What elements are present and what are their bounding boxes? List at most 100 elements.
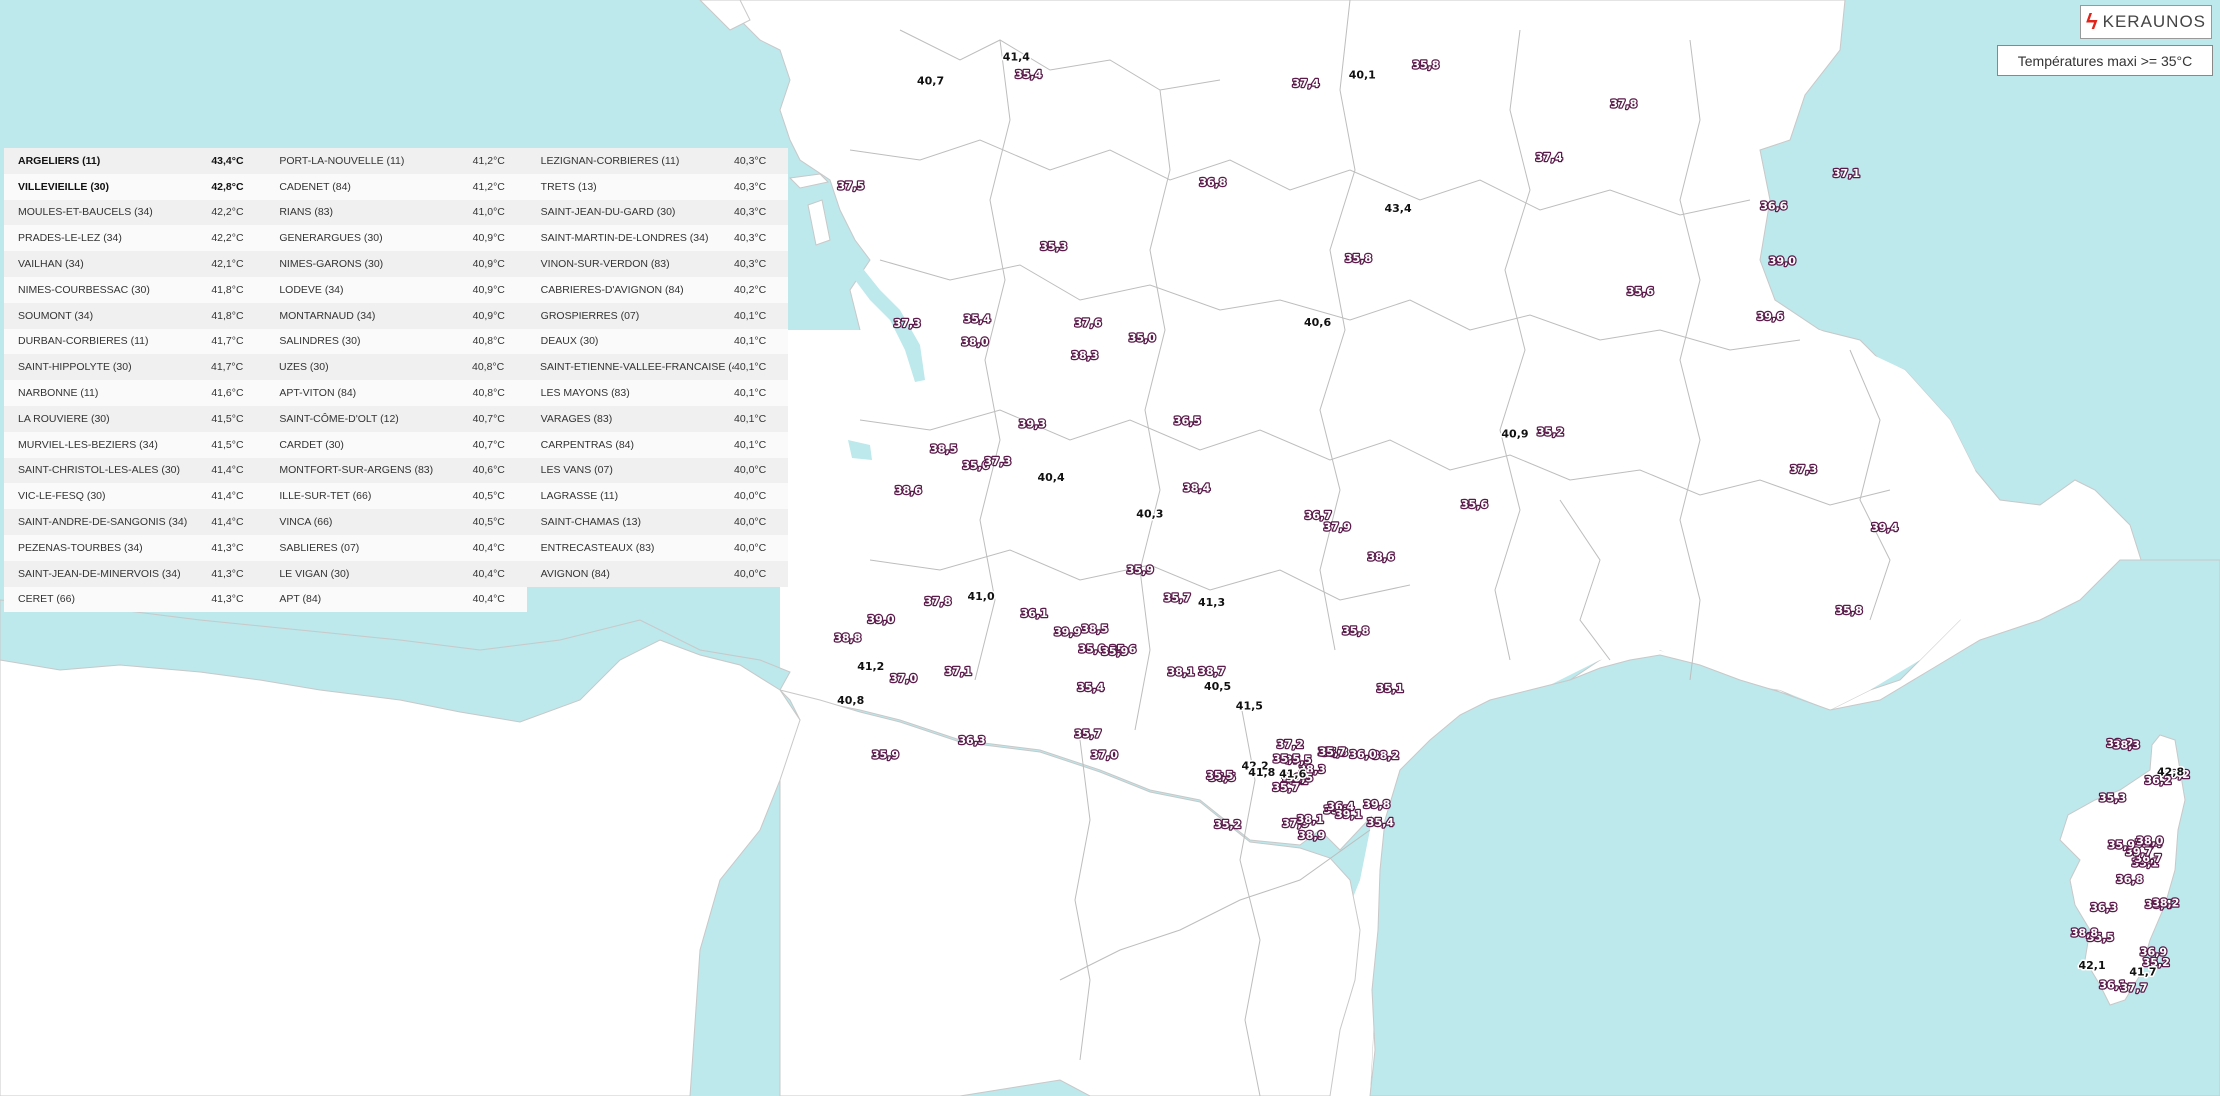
station-name: SOUMONT (34)	[18, 309, 94, 322]
ranking-entry: VIC-LE-FESQ (30) 41,4°C	[4, 483, 266, 510]
station-temperature: 41,3°C	[211, 567, 244, 580]
temperature-label: 35,9	[1127, 563, 1154, 576]
station-name: MONTARNAUD (34)	[279, 309, 376, 322]
station-temperature: 40,1°C	[733, 387, 767, 400]
ranking-entry: SAINT-ETIENNE-VALLEE-FRANCAISE (48) 40,1°…	[526, 354, 788, 381]
temperature-label: 37,7	[2120, 981, 2147, 994]
station-name: ENTRECASTEAUX (83)	[540, 541, 655, 554]
station-name: APT-VITON (84)	[279, 387, 357, 400]
station-name: GROSPIERRES (07)	[540, 309, 640, 322]
station-name: NIMES-COURBESSAC (30)	[18, 283, 150, 296]
temperature-label: 35,4	[964, 312, 991, 325]
temperature-label: 37,9	[1324, 521, 1351, 534]
ranking-entry: VILLEVIEILLE (30) 42,8°C	[4, 173, 266, 200]
ranking-entry: SABLIERES (07) 40,4°C	[265, 534, 527, 561]
ranking-entry: TRETS (13) 40,3°C	[526, 173, 788, 200]
ranking-entry: SALINDRES (30) 40,8°C	[265, 328, 527, 355]
ranking-entry: VAILHAN (34) 42,1°C	[4, 251, 266, 277]
temperature-label: 35,7	[1164, 592, 1191, 605]
temperature-label: 40,1	[1349, 69, 1376, 82]
station-temperature: 40,4°C	[472, 541, 505, 554]
station-temperature: 41,8°C	[211, 283, 244, 296]
station-temperature: 40,1°C	[734, 361, 767, 374]
station-temperature: 40,7°C	[472, 438, 505, 451]
station-name: DURBAN-CORBIERES (11)	[18, 335, 149, 348]
ranking-entry: CABRIERES-D'AVIGNON (84) 40,2°C	[526, 276, 788, 303]
station-name: LEZIGNAN-CORBIERES (11)	[540, 154, 680, 167]
temperature-label: 41,2	[857, 660, 884, 673]
station-name: LES VANS (07)	[540, 464, 613, 477]
ranking-row: SAINT-CHRISTOL-LES-ALES (30) 41,4°C MONTFO…	[4, 457, 788, 484]
station-temperature: 41,8°C	[211, 309, 244, 322]
station-temperature: 40,3°C	[733, 258, 767, 271]
temperature-label: 36,8	[2116, 873, 2143, 886]
ranking-entry: APT (84) 40,4°C	[265, 586, 527, 613]
ranking-entry: PEZENAS-TOURBES (34) 41,3°C	[4, 534, 266, 561]
temperature-label: 35,2	[1537, 425, 1564, 438]
ranking-entry: ENTRECASTEAUX (83) 40,0°C	[526, 534, 788, 561]
station-temperature: 40,9°C	[472, 283, 505, 296]
station-temperature: 40,5°C	[472, 490, 505, 503]
station-temperature: 42,2°C	[211, 232, 244, 245]
ranking-entry: RIANS (83) 41,0°C	[265, 199, 527, 226]
ranking-row: MURVIEL-LES-BEZIERS (34) 41,5°C CARDET (30…	[4, 431, 788, 458]
station-name: MOULES-ET-BAUCELS (34)	[18, 206, 153, 219]
temperature-label: 39,0	[867, 613, 894, 626]
ranking-row: VIC-LE-FESQ (30) 41,4°C ILLE-SUR-TET (66) 4…	[4, 483, 788, 510]
station-temperature: 40,9°C	[472, 309, 505, 322]
station-name: CERET (66)	[18, 593, 75, 606]
station-name: SABLIERES (07)	[279, 541, 360, 554]
temperature-label: 35,8	[1345, 252, 1372, 265]
station-name: VINCA (66)	[279, 516, 333, 529]
temperature-label: 35,5	[1206, 769, 1233, 782]
station-name: ARGELIERS (11)	[18, 154, 101, 167]
station-temperature: 40,8°C	[472, 335, 505, 348]
station-name: VINON-SUR-VERDON (83)	[540, 258, 670, 271]
temperature-label: 38,6	[895, 484, 922, 497]
station-name: UZES (30)	[279, 361, 329, 374]
keraunos-logo[interactable]: ϟ KERAUNOS	[2080, 5, 2212, 39]
ranking-entry: CADENET (84) 41,2°C	[265, 173, 527, 200]
temperature-label: 35,4	[1015, 68, 1042, 81]
ranking-row: SAINT-HIPPOLYTE (30) 41,7°C UZES (30) 40,8°…	[4, 354, 788, 381]
station-name: SAINT-JEAN-DE-MINERVOIS (34)	[18, 567, 181, 580]
temperature-label: 41,3	[1198, 596, 1225, 609]
ranking-entry: LES MAYONS (83) 40,1°C	[526, 380, 788, 406]
station-temperature: 40,7°C	[472, 412, 505, 425]
ranking-entry: SAINT-JEAN-DE-MINERVOIS (34) 41,3°C	[4, 560, 266, 587]
legend-label: Températures maxi >= 35°C	[2017, 52, 2193, 69]
station-name: NIMES-GARONS (30)	[279, 258, 384, 271]
temperature-label: 43,4	[1385, 202, 1412, 215]
temperature-label: 38,1	[1168, 665, 1195, 678]
ranking-entry	[527, 587, 788, 613]
temperature-label: 36,3	[2090, 901, 2117, 914]
temperature-label: 35,6	[1627, 285, 1654, 298]
ranking-row: MOULES-ET-BAUCELS (34) 42,2°C RIANS (83) 41…	[4, 199, 788, 226]
temperature-label: 35,3	[1040, 240, 1067, 253]
ranking-entry: LE VIGAN (30) 40,4°C	[265, 560, 527, 587]
temperature-label: 40,4	[1038, 471, 1065, 484]
ranking-entry: DURBAN-CORBIERES (11) 41,7°C	[4, 328, 266, 355]
station-temperature: 40,3°C	[733, 232, 767, 245]
ranking-row: LA ROUVIERE (30) 41,5°C SAINT-CÔME-D'OLT (…	[4, 405, 788, 432]
ranking-row: VAILHAN (34) 42,1°C NIMES-GARONS (30) 40,9°…	[4, 251, 788, 277]
station-name: LAGRASSE (11)	[540, 490, 619, 503]
temperature-label: 38,6	[1368, 551, 1395, 564]
ranking-entry: CARPENTRAS (84) 40,1°C	[526, 431, 788, 458]
temperature-label: 35,1	[1377, 682, 1404, 695]
station-temperature: 41,4°C	[211, 516, 244, 529]
station-temperature: 41,6°C	[211, 387, 244, 400]
ranking-row: SAINT-ANDRE-DE-SANGONIS (34) 41,4°C VINCA …	[4, 509, 788, 535]
ranking-entry: PRADES-LE-LEZ (34) 42,2°C	[4, 225, 266, 252]
station-name: NARBONNE (11)	[18, 387, 99, 400]
temperature-label: 38,8	[2071, 927, 2098, 940]
temperature-label: 40,8	[837, 694, 864, 707]
ranking-entry: SAINT-ANDRE-DE-SANGONIS (34) 41,4°C	[4, 509, 266, 535]
station-temperature: 43,4°C	[211, 154, 244, 167]
temperature-label: 35,7	[1075, 727, 1102, 740]
ranking-entry: DEAUX (30) 40,1°C	[526, 328, 788, 355]
ranking-entry: AVIGNON (84) 40,0°C	[526, 560, 788, 587]
station-name: SAINT-ETIENNE-VALLEE-FRANCAISE (48)	[540, 361, 734, 374]
station-temperature: 40,0°C	[733, 490, 767, 503]
spain-north	[0, 639, 801, 1096]
